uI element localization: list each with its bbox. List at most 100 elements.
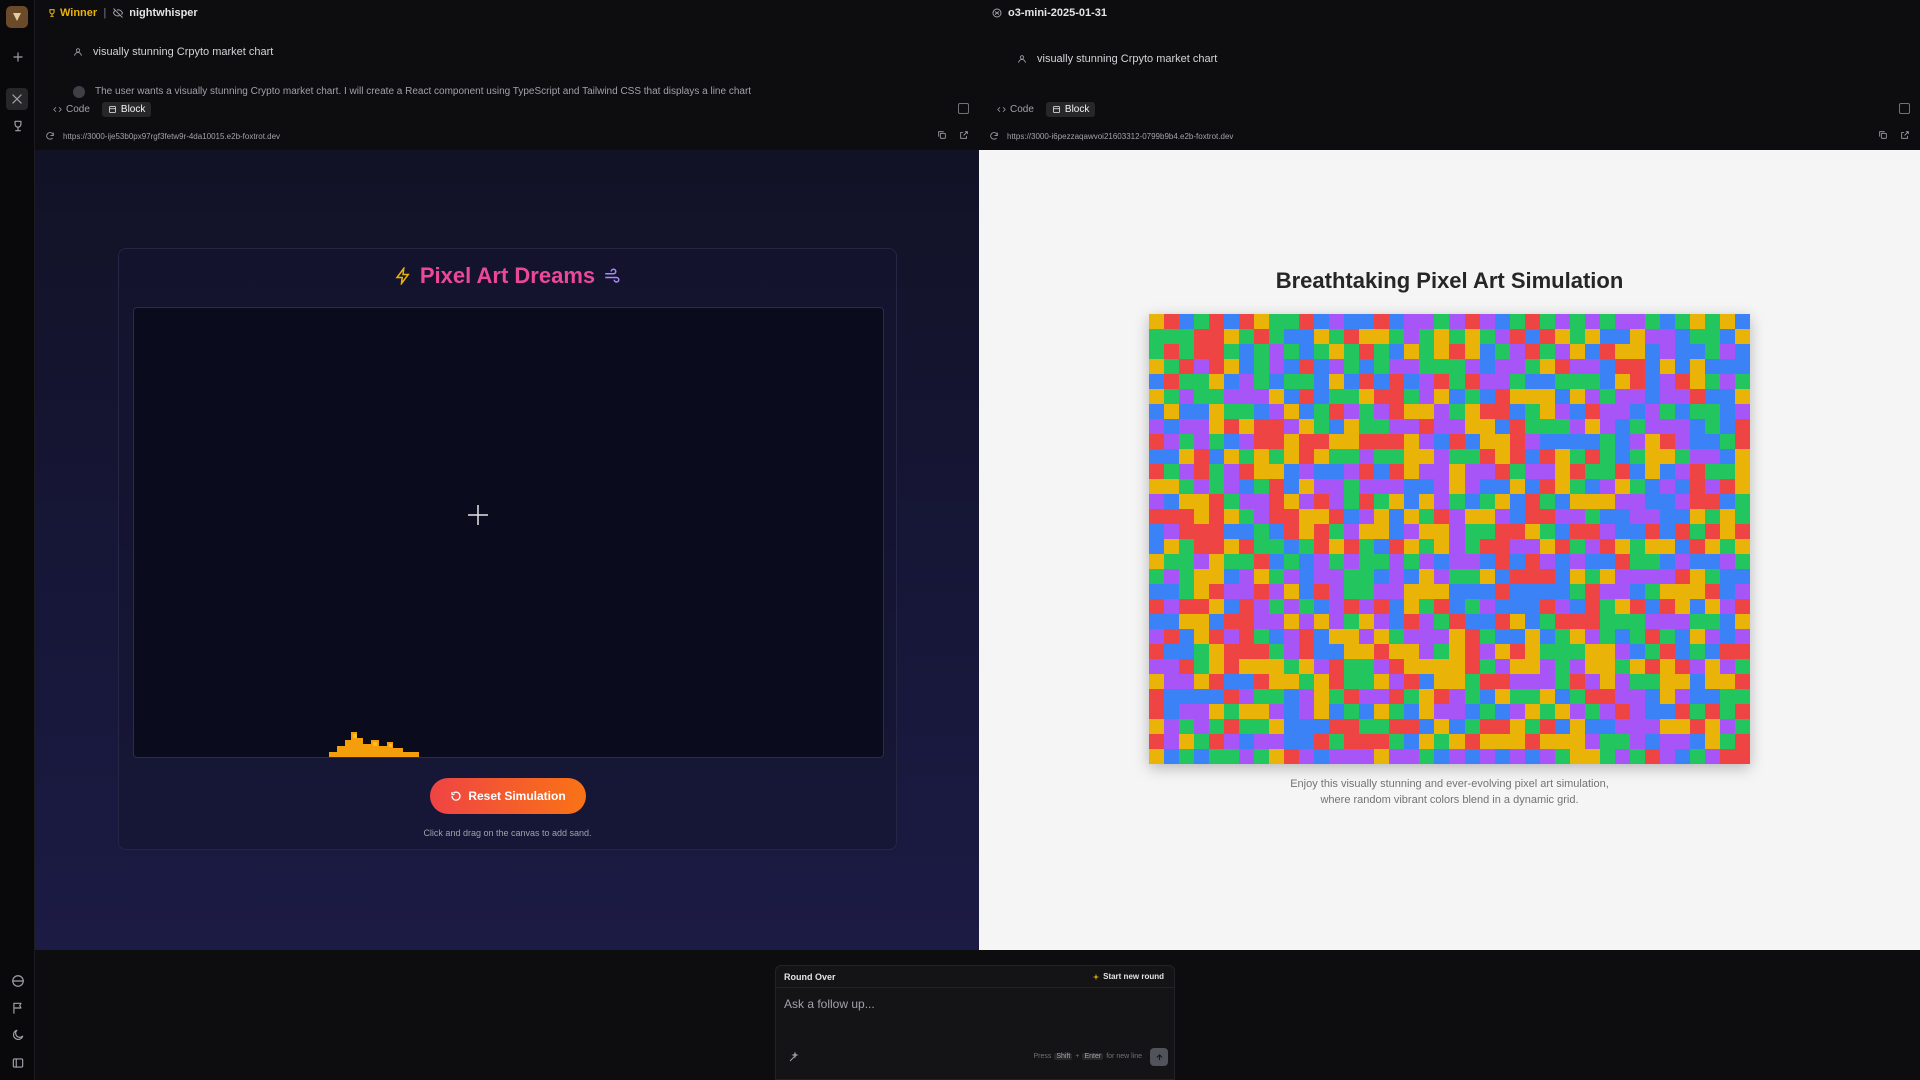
pixel-cell [1524,659,1540,674]
right-model-panel: o3-mini-2025-01-31 visually stunning Crp… [979,0,1920,950]
pixel-cell [1599,389,1615,404]
pixel-cell [1584,344,1600,359]
pixel-cell [1149,404,1165,419]
pixel-cell [1224,734,1240,749]
external-link-icon[interactable] [959,130,969,140]
pixel-cell [1179,509,1195,524]
pixel-cell [1599,569,1615,584]
pixel-cell [1494,749,1510,764]
tab-code[interactable]: Code [47,102,96,117]
send-button[interactable] [1150,1048,1168,1066]
preview-url[interactable]: https://3000-i6pezzaqawvoi21603312-0799b… [1007,132,1233,141]
pixel-cell [1329,704,1345,719]
user-prompt-text: visually stunning Crpyto market chart [93,46,274,58]
pixel-cell [1494,314,1510,329]
pixel-cell [1554,509,1570,524]
follow-up-input[interactable] [784,994,1164,1014]
pixel-cell [1359,524,1375,539]
pixel-cell [1479,509,1495,524]
sand-canvas[interactable] [133,307,884,758]
sidebar-toggle-icon[interactable] [9,1054,26,1071]
key-enter: Enter [1082,1053,1104,1060]
app-logo[interactable] [6,6,28,28]
pixel-cell [1164,344,1180,359]
pixel-cell [1434,584,1450,599]
tab-block[interactable]: Block [1045,101,1096,117]
pixel-cell [1359,644,1375,659]
chat-box: Round Over Start new round Press Shift +… [775,965,1175,1080]
copy-icon[interactable] [1878,130,1888,140]
pixel-cell [1614,689,1630,704]
pixel-cell [1194,659,1210,674]
reset-simulation-button[interactable]: Reset Simulation [430,778,586,814]
pixel-cell [1389,614,1405,629]
layout-toggle-icon[interactable] [958,103,969,114]
pixel-cell [1674,479,1690,494]
pixel-cell [1644,629,1660,644]
pixel-cell [1659,404,1675,419]
pixel-cell [1494,509,1510,524]
pixel-cell [1569,359,1585,374]
pixel-cell [1464,584,1480,599]
pixel-cell [1629,314,1645,329]
pixel-cell [1359,569,1375,584]
pixel-cell [1419,554,1435,569]
pixel-cell [1644,554,1660,569]
pixel-cell [1479,359,1495,374]
start-new-round-button[interactable]: Start new round [1092,972,1164,981]
pixel-cell [1314,344,1330,359]
pixel-cell [1239,419,1255,434]
pixel-cell [1584,479,1600,494]
plus-icon[interactable] [9,48,26,65]
pixel-cell [1494,494,1510,509]
refresh-icon[interactable] [989,131,999,141]
pixel-cell [1344,629,1360,644]
pixel-cell [1689,689,1705,704]
pixel-cell [1614,419,1630,434]
pixel-cell [1359,719,1375,734]
pixel-cell [1554,689,1570,704]
pixel-cell [1389,674,1405,689]
moon-icon[interactable] [9,1026,26,1043]
pixel-cell [1164,749,1180,764]
pixel-cell [1299,509,1315,524]
pixel-cell [1344,374,1360,389]
copy-icon[interactable] [937,130,947,140]
pixel-cell [1194,674,1210,689]
trophy-icon[interactable] [9,117,26,134]
pixel-cell [1164,599,1180,614]
pixel-cell [1434,329,1450,344]
layout-toggle-icon[interactable] [1899,103,1910,114]
pixel-cell [1479,599,1495,614]
pixel-cell [1494,389,1510,404]
pixel-cell [1689,719,1705,734]
preview-url[interactable]: https://3000-ije53b0px97rgf3fetw9r-4da10… [63,132,280,141]
pixel-cell [1524,359,1540,374]
pixel-cell [1629,614,1645,629]
pixel-cell [1284,614,1300,629]
pixel-cell [1464,749,1480,764]
pixel-cell [1599,749,1615,764]
flag-icon[interactable] [9,999,26,1016]
pixel-cell [1449,749,1465,764]
external-link-icon[interactable] [1900,130,1910,140]
pixel-cell [1674,704,1690,719]
pixel-cell [1719,689,1735,704]
globe-icon[interactable] [9,972,26,989]
pixel-cell [1179,599,1195,614]
refresh-icon[interactable] [45,131,55,141]
tab-block[interactable]: Block [101,101,152,117]
pixel-cell [1284,329,1300,344]
pixel-cell [1704,404,1720,419]
arena-icon[interactable] [6,88,28,110]
pixel-cell [1524,494,1540,509]
pixel-cell [1434,659,1450,674]
pixel-cell [1404,584,1420,599]
pixel-cell [1674,644,1690,659]
pixel-art-card: Pixel Art Dreams Reset Simulation Click … [118,248,897,850]
pixel-cell [1719,359,1735,374]
magic-wand-icon[interactable] [788,1051,800,1063]
pixel-cell [1404,689,1420,704]
tab-code[interactable]: Code [991,102,1040,117]
pixel-cell [1479,659,1495,674]
